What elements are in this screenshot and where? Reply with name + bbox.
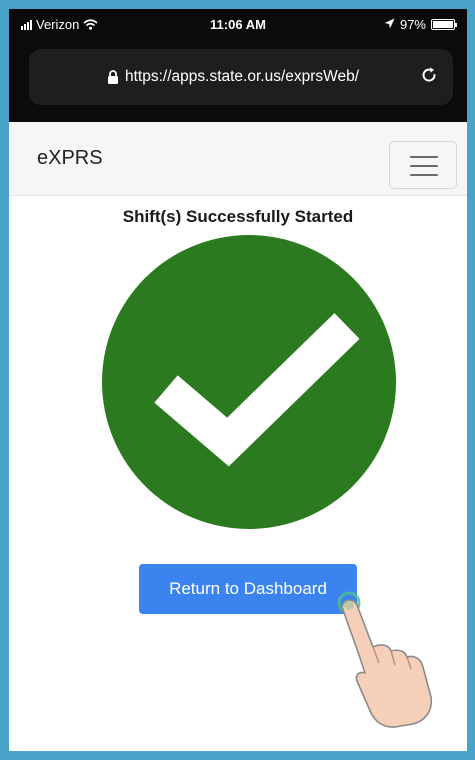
location-arrow-icon — [384, 17, 395, 32]
main-content: Shift(s) Successfully Started Return to … — [9, 196, 467, 751]
address-bar[interactable]: https://apps.state.or.us/exprsWeb/ — [29, 49, 453, 105]
brand-link[interactable]: eXPRS — [37, 147, 103, 170]
phone-screen: Verizon 11:06 AM 97% https://apps.state.… — [9, 9, 467, 751]
battery-percent: 97% — [399, 17, 426, 32]
lock-icon — [107, 70, 119, 84]
return-to-dashboard-button[interactable]: Return to Dashboard — [139, 564, 357, 614]
navbar: eXPRS — [9, 122, 467, 196]
status-right: 97% — [384, 17, 457, 32]
success-indicator — [101, 234, 397, 535]
battery-icon — [431, 19, 457, 30]
status-bar: Verizon 11:06 AM 97% — [9, 9, 467, 39]
checkmark-icon — [102, 235, 396, 529]
url-text: https://apps.state.or.us/exprsWeb/ — [125, 68, 360, 85]
reload-icon[interactable] — [419, 65, 439, 90]
url-display: https://apps.state.or.us/exprsWeb/ — [107, 68, 359, 86]
page-title: Shift(s) Successfully Started — [122, 207, 354, 226]
browser-chrome: Verizon 11:06 AM 97% https://apps.state.… — [9, 9, 467, 122]
hamburger-menu-button[interactable] — [389, 141, 457, 189]
pointing-hand-icon — [329, 589, 441, 734]
